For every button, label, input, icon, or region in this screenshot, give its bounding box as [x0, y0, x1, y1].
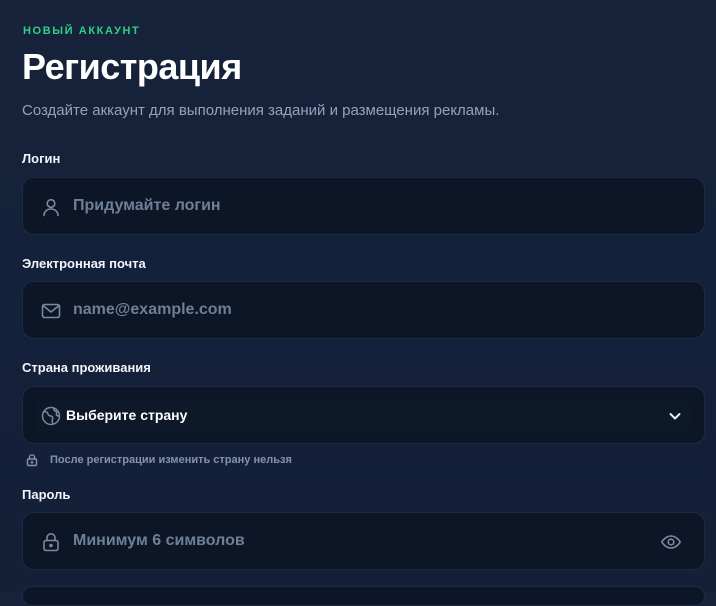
login-input[interactable]: [73, 178, 633, 234]
country-label: Страна проживания: [22, 360, 151, 375]
registration-page: НОВЫЙ АККАУНТ Регистрация Создайте аккау…: [22, 0, 716, 606]
lock-icon: [40, 531, 62, 553]
eye-icon[interactable]: [660, 531, 682, 553]
email-field[interactable]: [22, 281, 705, 339]
next-field[interactable]: [22, 586, 705, 606]
page-title: Регистрация: [22, 46, 242, 87]
eyebrow-label: НОВЫЙ АККАУНТ: [23, 25, 141, 37]
chevron-down-icon[interactable]: [664, 405, 686, 427]
password-label: Пароль: [22, 487, 71, 502]
page-subtitle: Создайте аккаунт для выполнения заданий …: [22, 102, 500, 119]
country-hint-text: После регистрации изменить страну нельзя: [50, 454, 292, 466]
country-select[interactable]: Выберите страну: [22, 386, 705, 444]
lock-icon: [25, 453, 39, 467]
login-field[interactable]: [22, 177, 705, 235]
user-icon: [40, 196, 62, 218]
country-selected-value: Выберите страну: [66, 407, 188, 423]
email-label: Электронная почта: [22, 256, 146, 271]
globe-icon: [40, 405, 62, 427]
login-label: Логин: [22, 151, 61, 166]
password-input[interactable]: [73, 513, 633, 569]
mail-icon: [40, 300, 62, 322]
password-field[interactable]: [22, 512, 705, 570]
email-input[interactable]: [73, 282, 633, 338]
